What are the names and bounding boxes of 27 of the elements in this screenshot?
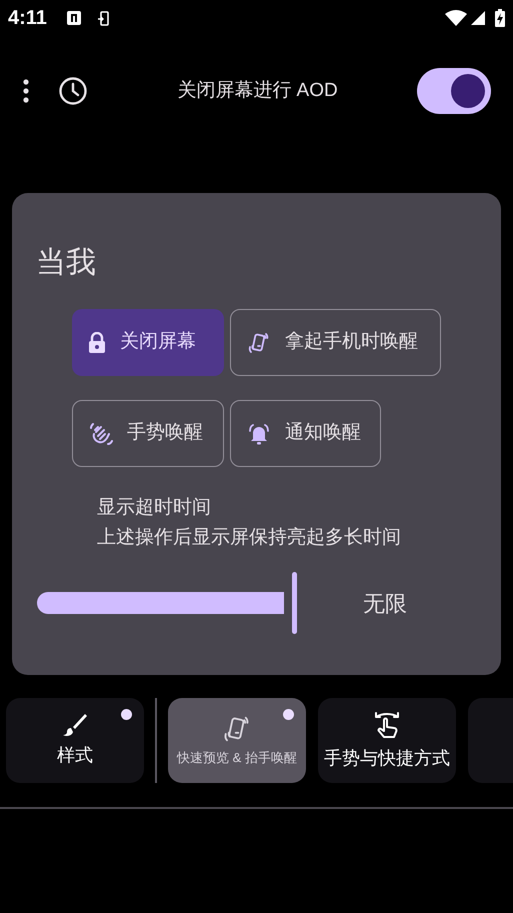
cellular-signal-icon [471,11,485,25]
paintbrush-icon [62,712,88,738]
battery-charging-icon [495,9,505,27]
more-options-icon[interactable] [22,79,30,103]
slider-value: 无限 [363,590,407,618]
clock-icon[interactable] [58,76,88,106]
bell-icon [247,422,271,446]
screen-title: 关闭屏幕进行 AOD [176,78,339,103]
timeout-title: 显示超时时间 [97,496,211,520]
wifi-icon [445,10,467,26]
panel-heading: 当我 [36,245,96,281]
feature-tab[interactable]: 手势与快捷方式 [318,698,456,783]
status-time: 4:11 [8,6,47,31]
screen-rotation-icon [96,10,109,26]
feature-tab[interactable]: 样式 [6,698,144,783]
wake-option-chip[interactable]: 通知唤醒 [230,400,381,467]
keyboard-icon [66,11,81,25]
feature-tab[interactable]: 快速预览 & 抬手唤醒 [168,698,306,783]
wake-option-chip[interactable]: 关闭屏幕 [72,309,224,376]
slider-thumb[interactable] [292,572,297,634]
wake-option-chip[interactable]: 手势唤醒 [72,400,224,467]
aod-toggle[interactable] [417,68,491,114]
phone-vibration-icon [247,330,271,354]
wake-option-chip[interactable]: 拿起手机时唤醒 [230,309,441,376]
timeout-description: 上述操作后显示屏保持亮起多长时间 [97,526,401,550]
timeout-slider[interactable] [37,572,297,634]
lock-icon [88,332,106,354]
